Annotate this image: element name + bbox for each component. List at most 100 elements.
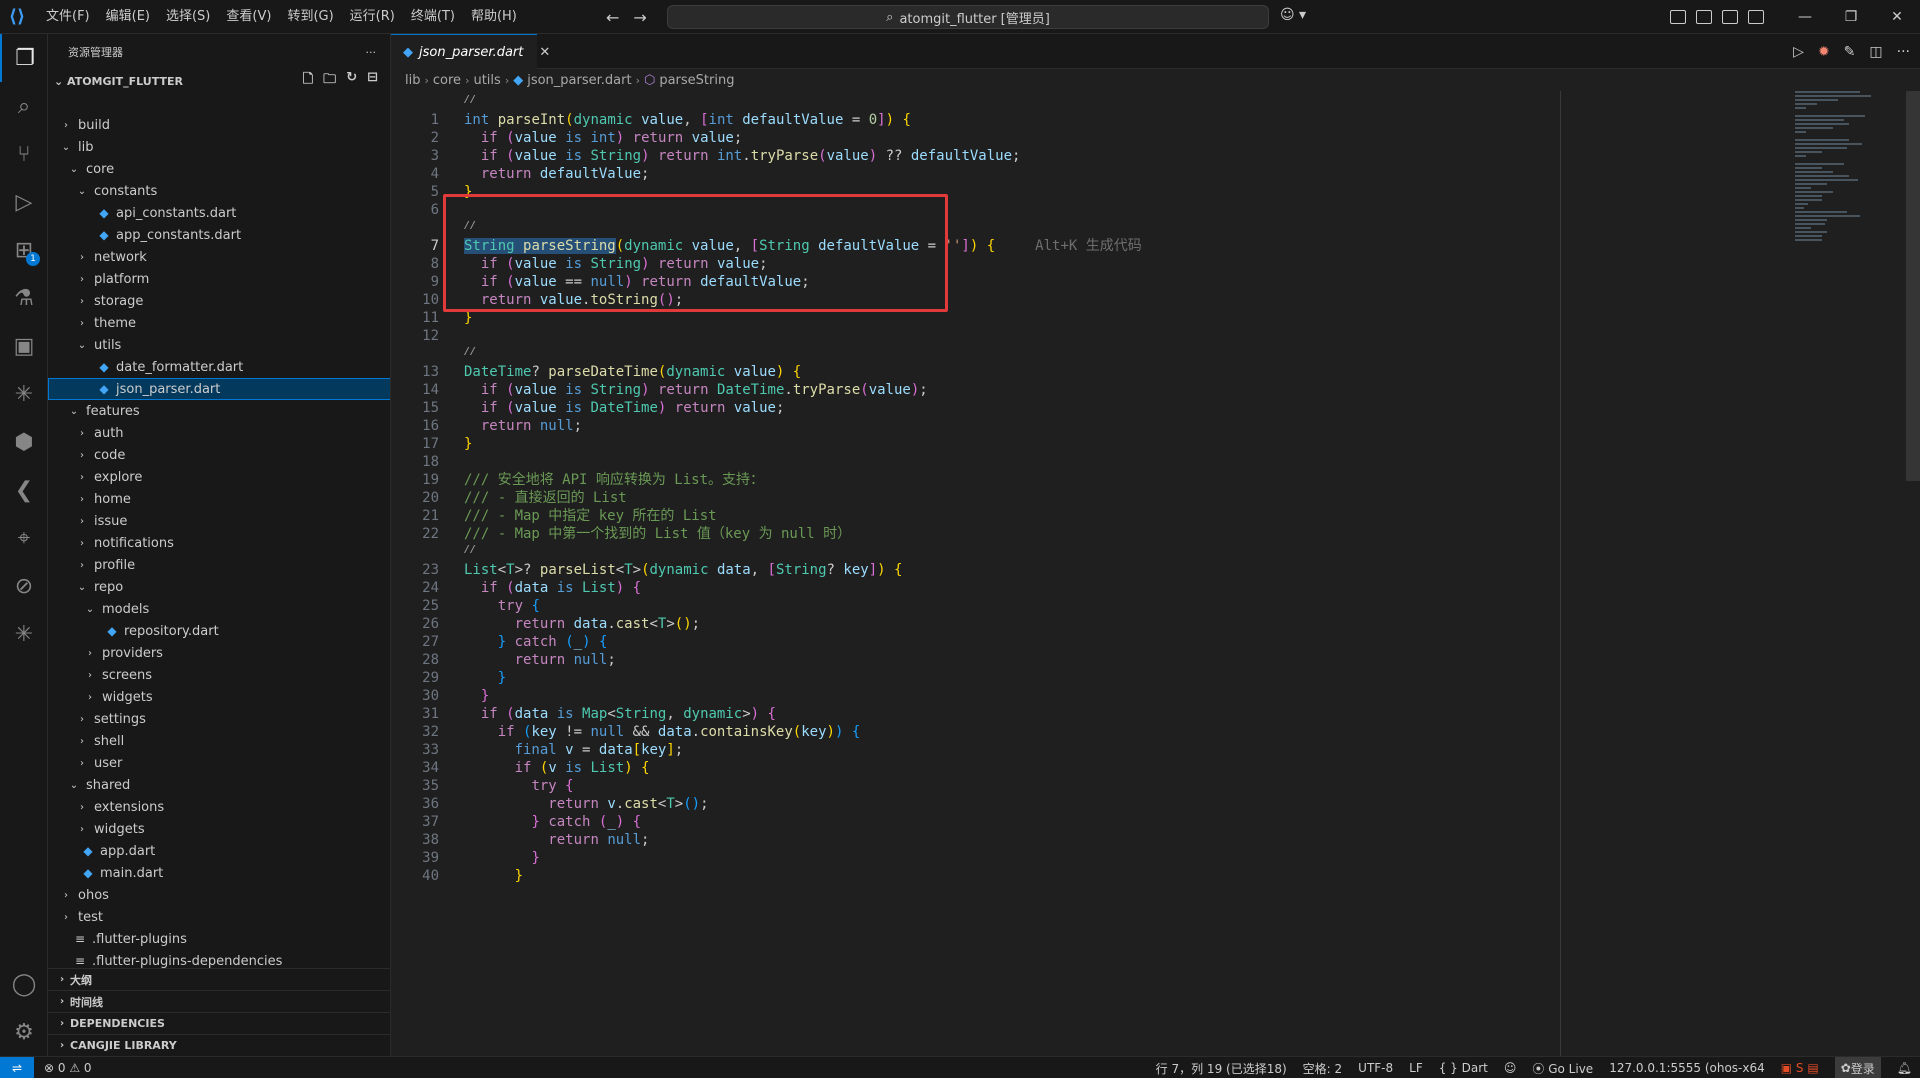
- section-outline[interactable]: › 大纲: [48, 968, 390, 990]
- menu-edit[interactable]: 编辑(E): [98, 0, 158, 34]
- code-line[interactable]: 40 }: [391, 865, 1920, 887]
- run-icon[interactable]: ▷: [1793, 44, 1804, 60]
- menu-run[interactable]: 运行(R): [342, 0, 403, 34]
- section-dependencies[interactable]: › DEPENDENCIES: [48, 1012, 390, 1034]
- ai-assistant-icon[interactable]: ⊘: [0, 562, 48, 610]
- tree-folder[interactable]: › notifications: [48, 532, 390, 554]
- tree-folder[interactable]: › theme: [48, 312, 390, 334]
- scan-icon[interactable]: ⌖: [0, 514, 48, 562]
- cursor-position[interactable]: 行 7，列 19 (已选择18): [1156, 1060, 1287, 1077]
- restore-button[interactable]: ❐: [1828, 0, 1874, 34]
- refresh-icon[interactable]: ↻: [346, 70, 357, 92]
- command-center-search[interactable]: ⌕ atomgit_flutter [管理员]: [667, 5, 1269, 29]
- tree-folder[interactable]: › settings: [48, 708, 390, 730]
- tree-file[interactable]: ◆ json_parser.dart: [48, 378, 390, 400]
- tree-folder[interactable]: ⌄ shared: [48, 774, 390, 796]
- breadcrumb-file[interactable]: json_parser.dart: [527, 73, 631, 88]
- split-editor-icon[interactable]: ◫: [1869, 44, 1882, 60]
- tree-folder[interactable]: ⌄ models: [48, 598, 390, 620]
- breadcrumb-core[interactable]: core: [433, 73, 461, 88]
- tree-file[interactable]: ◆ api_constants.dart: [48, 202, 390, 224]
- tree-folder[interactable]: › explore: [48, 466, 390, 488]
- hexagon-icon[interactable]: ⬢: [0, 418, 48, 466]
- menu-file[interactable]: 文件(F): [38, 0, 98, 34]
- tab-json-parser[interactable]: ◆ json_parser.dart ✕: [391, 34, 550, 69]
- breadcrumb-lib[interactable]: lib: [405, 73, 420, 88]
- forward-arrow-icon[interactable]: →: [633, 8, 646, 27]
- source-control-icon[interactable]: ⑂: [0, 130, 48, 178]
- menu-selection[interactable]: 选择(S): [158, 0, 218, 34]
- tree-folder[interactable]: ⌄ lib: [48, 136, 390, 158]
- tree-folder[interactable]: › widgets: [48, 686, 390, 708]
- tree-file[interactable]: ◆ date_formatter.dart: [48, 356, 390, 378]
- tree-file[interactable]: ◆ repository.dart: [48, 620, 390, 642]
- notifications-bell-icon[interactable]: 🔔︎: [1897, 1061, 1912, 1075]
- flutter-icon[interactable]: ❮: [0, 466, 48, 514]
- cangjie-icon[interactable]: ✳: [0, 370, 48, 418]
- tree-folder[interactable]: › issue: [48, 510, 390, 532]
- breadcrumb-symbol[interactable]: parseString: [659, 73, 734, 88]
- settings-gear-icon[interactable]: ⚙: [0, 1008, 48, 1056]
- spark-icon[interactable]: ✳: [0, 610, 48, 658]
- close-window-button[interactable]: ✕: [1874, 0, 1920, 34]
- tree-folder[interactable]: › extensions: [48, 796, 390, 818]
- go-live-button[interactable]: ⦿ Go Live: [1532, 1060, 1593, 1077]
- tree-folder[interactable]: ⌄ core: [48, 158, 390, 180]
- account-icon[interactable]: ◯: [0, 960, 48, 1008]
- tree-file[interactable]: ≡ .flutter-plugins: [48, 928, 390, 950]
- toggle-secondary-sidebar-icon[interactable]: [1748, 10, 1764, 24]
- remote-indicator-icon[interactable]: ⇌: [0, 1056, 34, 1078]
- editor-scrollbar[interactable]: [1906, 91, 1920, 481]
- tree-folder[interactable]: ⌄ utils: [48, 334, 390, 356]
- minimap[interactable]: [1795, 91, 1903, 251]
- menu-go[interactable]: 转到(G): [279, 0, 341, 34]
- more-actions-icon[interactable]: ···: [366, 46, 377, 59]
- copilot-icon[interactable]: ☺ ▾: [1280, 7, 1306, 23]
- toggle-primary-sidebar-icon[interactable]: [1696, 10, 1712, 24]
- testing-icon[interactable]: ⚗: [0, 274, 48, 322]
- tree-folder[interactable]: › widgets: [48, 818, 390, 840]
- section-timeline[interactable]: › 时间线: [48, 990, 390, 1012]
- code-editor[interactable]: // 1 int parseInt(dynamic value, [int def…: [391, 91, 1920, 1056]
- encoding[interactable]: UTF-8: [1358, 1061, 1393, 1075]
- tree-folder[interactable]: › code: [48, 444, 390, 466]
- new-folder-icon[interactable]: 🗀: [323, 70, 336, 92]
- toggle-panel-icon[interactable]: [1722, 10, 1738, 24]
- debug-icon[interactable]: ✹: [1818, 44, 1830, 60]
- section-cangjie-library[interactable]: › CANGJIE LIBRARY: [48, 1034, 390, 1056]
- project-header[interactable]: ⌄ ATOMGIT_FLUTTER 🗋 🗀 ↻ ⊟: [48, 70, 390, 92]
- back-arrow-icon[interactable]: ←: [606, 8, 619, 27]
- tree-folder[interactable]: › ohos: [48, 884, 390, 906]
- menu-terminal[interactable]: 终端(T): [403, 0, 463, 34]
- problems-status[interactable]: ⊗ 0 ⚠ 0: [44, 1061, 92, 1075]
- new-file-icon[interactable]: 🗋: [303, 70, 313, 92]
- package-icon[interactable]: ▣: [0, 322, 48, 370]
- indentation[interactable]: 空格: 2: [1303, 1060, 1343, 1077]
- explorer-icon[interactable]: ❐: [0, 34, 48, 82]
- menu-help[interactable]: 帮助(H): [463, 0, 525, 34]
- collapse-all-icon[interactable]: ⊟: [367, 70, 378, 92]
- search-view-icon[interactable]: ⌕: [0, 82, 48, 130]
- run-debug-icon[interactable]: ▷: [0, 178, 48, 226]
- tree-folder[interactable]: › build: [48, 114, 390, 136]
- end-of-line[interactable]: LF: [1409, 1061, 1423, 1075]
- breadcrumb-utils[interactable]: utils: [473, 73, 500, 88]
- tree-folder[interactable]: ⌄ constants: [48, 180, 390, 202]
- tree-folder[interactable]: › auth: [48, 422, 390, 444]
- tree-folder[interactable]: › test: [48, 906, 390, 928]
- tree-folder[interactable]: › profile: [48, 554, 390, 576]
- tree-folder[interactable]: › shell: [48, 730, 390, 752]
- tree-file[interactable]: ◆ app.dart: [48, 840, 390, 862]
- tree-folder[interactable]: › providers: [48, 642, 390, 664]
- edit-pencil-icon[interactable]: ✎: [1844, 44, 1856, 60]
- tree-folder[interactable]: › platform: [48, 268, 390, 290]
- tree-folder[interactable]: ⌄ repo: [48, 576, 390, 598]
- tree-folder[interactable]: › network: [48, 246, 390, 268]
- tree-folder[interactable]: › user: [48, 752, 390, 774]
- tree-folder[interactable]: › home: [48, 488, 390, 510]
- login-button[interactable]: ✿ 登录: [1834, 1057, 1881, 1078]
- copilot-status-icon[interactable]: ☺: [1504, 1061, 1517, 1075]
- tree-file[interactable]: ◆ app_constants.dart: [48, 224, 390, 246]
- extensions-icon[interactable]: ⊞ 1: [0, 226, 48, 274]
- menu-view[interactable]: 查看(V): [218, 0, 279, 34]
